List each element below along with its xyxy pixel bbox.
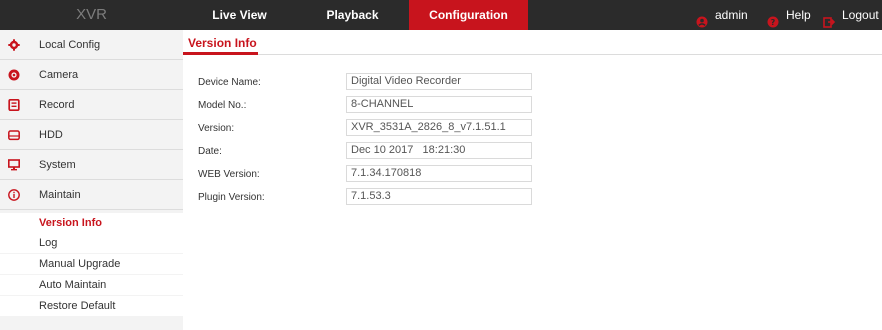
tab-divider [183,54,882,55]
tab-version-info[interactable]: Version Info [188,36,257,50]
sidebar-item-label: System [39,158,76,171]
hdd-icon [8,129,20,141]
record-icon [8,98,20,111]
logout-label: Logout [842,8,879,22]
device-name-field: Digital Video Recorder [346,73,532,90]
user-menu[interactable]: admin [696,0,748,30]
submenu-manual-upgrade[interactable]: Manual Upgrade [0,254,183,274]
plugin-version-field: 7.1.53.3 [346,188,532,205]
svg-text:?: ? [771,18,776,27]
user-name: admin [715,8,748,22]
web-version-field: 7.1.34.170818 [346,165,532,182]
help-label: Help [786,8,811,22]
user-icon [696,9,708,28]
version-label: Version: [198,123,235,134]
submenu-version-info[interactable]: Version Info [0,213,183,233]
sidebar-item-label: Camera [39,68,79,81]
submenu-auto-maintain[interactable]: Auto Maintain [0,275,183,295]
help-link[interactable]: ? Help [767,0,811,30]
sidebar-item-label: Local Config [39,38,101,51]
sidebar-item-label: HDD [39,128,63,141]
top-bar: XVR Live View Playback Configuration adm… [0,0,882,30]
plugin-version-label: Plugin Version: [198,192,265,203]
sidebar-item-maintain[interactable]: Maintain [0,180,183,210]
nav-playback[interactable]: Playback [296,0,409,30]
device-name-label: Device Name: [198,77,261,88]
monitor-icon [8,158,20,171]
sidebar-item-system[interactable]: System [0,150,183,180]
nav-live-view[interactable]: Live View [183,0,296,30]
logout-link[interactable]: Logout [823,0,879,30]
date-label: Date: [198,146,222,157]
sidebar-item-record[interactable]: Record [0,90,183,120]
camera-icon [8,69,20,81]
sidebar-item-local-config[interactable]: Local Config [0,30,183,60]
nav-configuration[interactable]: Configuration [409,0,528,30]
date-field: Dec 10 2017 18:21:30 [346,142,532,159]
brand-logo: XVR [76,6,107,23]
web-version-label: WEB Version: [198,169,260,180]
sidebar: Local Config Camera Record HDD System Ma… [0,30,183,330]
model-no-field: 8-CHANNEL [346,96,532,113]
sidebar-item-hdd[interactable]: HDD [0,120,183,150]
sidebar-item-label: Maintain [39,188,81,201]
tab-active-indicator [183,52,258,55]
sidebar-item-label: Record [39,98,75,111]
gear-icon [8,38,20,51]
version-field: XVR_3531A_2826_8_v7.1.51.1 [346,119,532,136]
info-icon [8,188,20,201]
submenu-log[interactable]: Log [0,233,183,253]
help-icon: ? [767,9,779,28]
model-no-label: Model No.: [198,100,247,111]
sidebar-item-camera[interactable]: Camera [0,60,183,90]
logout-icon [823,9,836,28]
submenu-restore-default[interactable]: Restore Default [0,296,183,316]
